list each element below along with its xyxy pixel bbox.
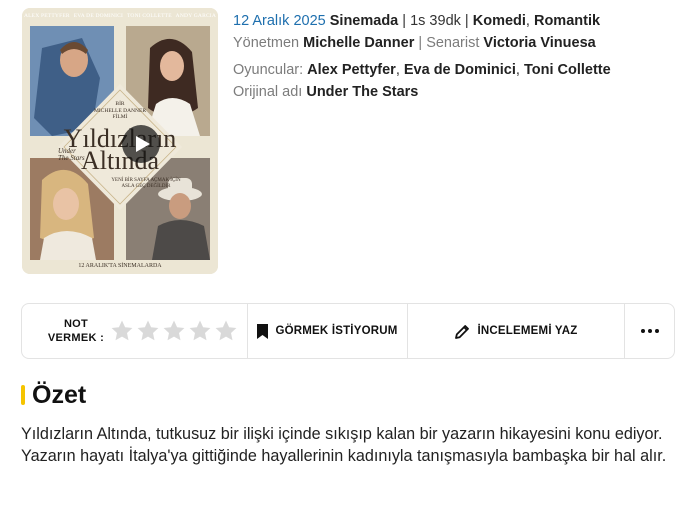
rate-label: NOT VERMEK : [36, 317, 116, 345]
summary-heading: Özet [21, 380, 86, 410]
poster-title: Yıldızların Altında [22, 126, 218, 175]
poster-title-line: Altında [81, 146, 159, 175]
writer-link[interactable]: Victoria Vinuesa [483, 35, 595, 51]
play-trailer-button[interactable] [122, 125, 160, 163]
star-icon[interactable] [110, 319, 134, 343]
original-title-label: Orijinal adı [233, 84, 303, 100]
cast-link[interactable]: Alex Pettyfer [307, 62, 396, 78]
star-icon[interactable] [162, 319, 186, 343]
movie-info: 12 Aralık 2025 Sinemada | 1s 39dk | Kome… [233, 11, 673, 104]
separator: | [402, 13, 407, 29]
write-review-button[interactable]: İNCELEMEMİ YAZ [408, 304, 625, 358]
star-icon[interactable] [188, 319, 212, 343]
poster-director-credit: BİR MICHELLE DANNER FİLMİ [22, 101, 218, 121]
rate-label-line: VERMEK : [47, 332, 105, 344]
poster-cast-name: EVA DE DOMINICI [73, 13, 124, 19]
poster-release: 12 ARALIK'TA SİNEMALARDA [78, 263, 162, 269]
heading-accent-bar [21, 385, 25, 405]
poster-tagline-line: ASLA GEÇ DEĞİLDİR [121, 184, 171, 189]
rating-stars[interactable] [110, 319, 238, 343]
original-title: Under The Stars [306, 84, 419, 100]
crew-row: Yönetmen Michelle Danner | Senarist Vict… [233, 33, 673, 55]
play-icon [135, 136, 150, 152]
watchlist-label: GÖRMEK İSTİYORUM [275, 325, 398, 337]
original-title-row: Orijinal adı Under The Stars [233, 82, 673, 104]
poster-title-en-line: The Stars [58, 154, 85, 162]
rate-label-line: NOT [63, 318, 89, 330]
summary-title: Özet [32, 381, 87, 409]
release-row: 12 Aralık 2025 Sinemada | 1s 39dk | Kome… [233, 13, 601, 29]
release-date-link[interactable]: 12 Aralık 2025 [233, 13, 326, 29]
poster-tagline: YENİ BİR SAYFA AÇMAK İÇİN ASLA GEÇ DEĞİL… [102, 178, 190, 190]
cast-link[interactable]: Toni Collette [524, 62, 611, 78]
star-icon[interactable] [136, 319, 160, 343]
director-label: Yönetmen [233, 35, 300, 51]
duration: 1s 39dk [410, 13, 461, 29]
genre-link[interactable]: Komedi [473, 13, 526, 29]
movie-poster[interactable]: ALEX PETTYFER EVA DE DOMINICI TONI COLLE… [22, 8, 218, 274]
pencil-icon [454, 324, 469, 339]
poster-title-en: Under The Stars [58, 148, 85, 162]
poster-cast-row: ALEX PETTYFER EVA DE DOMINICI TONI COLLE… [22, 13, 218, 19]
director-link[interactable]: Michelle Danner [303, 35, 414, 51]
more-options-button[interactable] [625, 304, 674, 358]
cast-link[interactable]: Eva de Dominici [404, 62, 516, 78]
review-label: İNCELEMEMİ YAZ [477, 325, 578, 337]
action-bar: NOT VERMEK : GÖRMEK İSTİYORUM İNCELEMEMİ… [21, 303, 675, 359]
separator: | [464, 13, 469, 29]
poster-cast-name: ALEX PETTYFER [23, 13, 70, 19]
genre-link[interactable]: Romantik [534, 13, 600, 29]
cast-row: Oyuncular: Alex Pettyfer, Eva de Dominic… [233, 62, 611, 78]
poster-cast-name: ANDY GARCIA [175, 13, 217, 19]
star-icon[interactable] [214, 319, 238, 343]
poster-director-line: FİLMİ [112, 114, 128, 120]
summary-text: Yıldızların Altında, tutkusuz bir ilişki… [21, 425, 667, 465]
bookmark-icon [257, 323, 269, 339]
poster-cast-name: TONI COLLETTE [126, 13, 172, 19]
more-dots-icon [640, 329, 659, 333]
writer-label: Senarist [426, 35, 480, 51]
rating-section: NOT VERMEK : [22, 304, 248, 358]
watchlist-button[interactable]: GÖRMEK İSTİYORUM [248, 304, 408, 358]
release-status: Sinemada [329, 13, 399, 29]
separator: | [418, 35, 423, 51]
cast-label: Oyuncular: [233, 62, 304, 78]
